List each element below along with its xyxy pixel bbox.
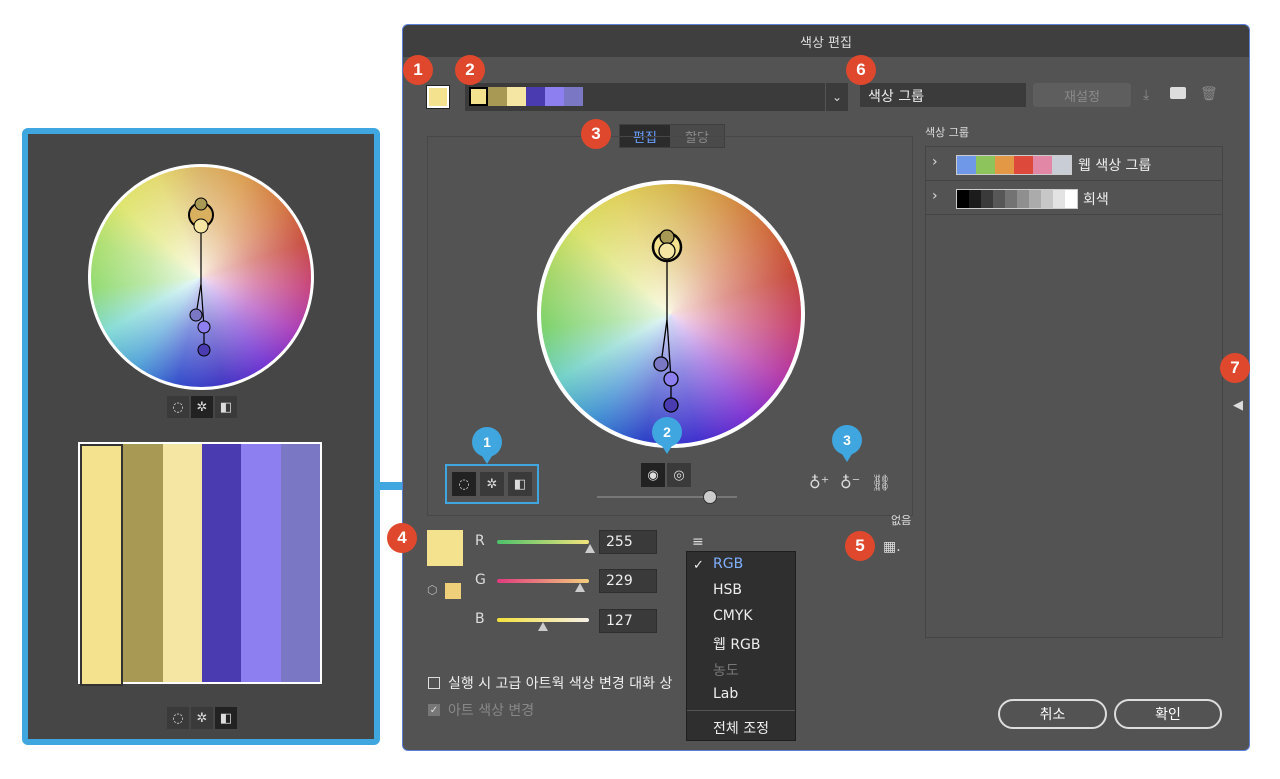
zoom-panel: ◌ ✲ ◧ ◌ ✲ ◧: [22, 128, 380, 745]
add-color-icon[interactable]: ♁⁺: [809, 473, 829, 492]
color-bars-icon[interactable]: ◧: [508, 472, 532, 496]
color-bar[interactable]: [162, 444, 202, 682]
menu-item-hsb[interactable]: HSB: [713, 582, 742, 598]
gamut-swatch[interactable]: [445, 583, 461, 599]
recolor-art-checkbox[interactable]: ✓: [428, 704, 440, 716]
collapse-arrow-icon[interactable]: ◀: [1233, 398, 1243, 413]
color-mode-menu: ✓ RGB HSB CMYK 웹 RGB 농도 Lab 전체 조정: [686, 551, 796, 741]
color-limit-label: 없음: [891, 514, 912, 527]
saturation-icon[interactable]: ◎: [667, 463, 691, 487]
b-label: B: [475, 611, 485, 627]
advanced-dialog-label: 실행 시 고급 아트웍 색상 변경 대화 상: [448, 676, 673, 692]
blue-callout-1: 1: [472, 427, 502, 464]
segmented-wheel-icon[interactable]: ✲: [191, 396, 213, 418]
segmented-wheel-icon[interactable]: ✲: [191, 707, 213, 729]
harmony-swatch[interactable]: [564, 87, 583, 106]
menu-icon[interactable]: ≡: [692, 534, 704, 550]
menu-divider: [687, 710, 795, 711]
callout-2: 2: [455, 55, 485, 85]
ok-button[interactable]: 확인: [1114, 699, 1222, 729]
callout-7: 7: [1220, 353, 1250, 383]
smooth-wheel-icon[interactable]: ◌: [167, 707, 189, 729]
menu-item-web-rgb[interactable]: 웹 RGB: [713, 634, 761, 654]
color-bar[interactable]: [80, 444, 124, 686]
folder-icon[interactable]: [1170, 87, 1186, 99]
link-icon[interactable]: ⛓: [871, 473, 891, 492]
g-label: G: [475, 572, 486, 588]
color-groups-panel: › 웹 색상 그룹 › 회색: [925, 146, 1223, 638]
brightness-slider-thumb[interactable]: [703, 490, 717, 504]
gray-group-swatches: [956, 189, 1078, 209]
segmented-wheel-icon[interactable]: ✲: [480, 472, 504, 496]
callout-5: 5: [845, 531, 875, 561]
harmony-colors-bar[interactable]: ⌄: [465, 83, 848, 111]
harmony-swatch[interactable]: [488, 87, 507, 106]
web-group-swatches: [956, 155, 1072, 175]
reset-button[interactable]: 재설정: [1033, 83, 1131, 107]
dialog-title: 색상 편집: [403, 25, 1249, 57]
callout-3: 3: [581, 119, 611, 149]
out-of-gamut-icon[interactable]: ⬡: [427, 583, 437, 597]
edit-colors-dialog: 색상 편집 ⌄ 색상 그룹 재설정 ⤓ 🗑 편집 할당 ◌ ✲ ◧ ◉ ◎ ♁⁺…: [402, 24, 1250, 751]
callout-1: 1: [403, 55, 433, 85]
chevron-right-icon[interactable]: ›: [932, 188, 938, 204]
color-group-row[interactable]: › 회색: [926, 181, 1222, 215]
g-slider-thumb[interactable]: [575, 583, 585, 592]
harmony-swatch[interactable]: [526, 87, 545, 106]
color-bar[interactable]: [201, 444, 242, 682]
harmony-swatch[interactable]: [469, 87, 488, 106]
recolor-art-label: 아트 색상 변경: [448, 703, 535, 719]
cancel-button[interactable]: 취소: [998, 699, 1107, 729]
remove-color-icon[interactable]: ♁⁻: [840, 473, 860, 492]
color-group-row[interactable]: › 웹 색상 그룹: [926, 147, 1222, 181]
advanced-dialog-checkbox[interactable]: [428, 677, 440, 689]
g-value-input[interactable]: 229: [599, 569, 657, 593]
color-group-name-input[interactable]: 색상 그룹: [860, 83, 1026, 107]
active-color-swatch[interactable]: [426, 85, 450, 109]
display-mode-toggle: ◉ ◎: [641, 463, 691, 487]
chevron-down-icon[interactable]: ⌄: [825, 83, 848, 111]
smooth-wheel-icon[interactable]: ◌: [167, 396, 189, 418]
color-groups-title: 색상 그룹: [925, 126, 969, 139]
color-bars-icon[interactable]: ◧: [215, 707, 237, 729]
smooth-wheel-icon[interactable]: ◌: [452, 472, 476, 496]
r-value-input[interactable]: 255: [599, 530, 657, 554]
r-slider-thumb[interactable]: [585, 544, 595, 553]
blue-callout-2: 2: [652, 417, 682, 454]
menu-item-tint: 농도: [713, 663, 739, 679]
trash-icon[interactable]: 🗑: [1200, 86, 1218, 102]
color-bar[interactable]: [280, 444, 320, 682]
menu-item-global-adjust[interactable]: 전체 조정: [713, 718, 769, 738]
color-bar[interactable]: [123, 444, 163, 682]
menu-item-cmyk[interactable]: CMYK: [713, 608, 753, 624]
chevron-right-icon[interactable]: ›: [932, 154, 938, 170]
wheel-markers: [188, 197, 214, 357]
group-name: 회색: [1083, 192, 1109, 208]
menu-item-lab[interactable]: Lab: [713, 686, 738, 702]
harmony-swatch[interactable]: [545, 87, 564, 106]
r-slider-track[interactable]: [497, 540, 589, 544]
wheel-mode-toggle: ◌ ✲ ◧: [167, 396, 237, 418]
bars-mode-toggle: ◌ ✲ ◧: [167, 707, 237, 729]
blue-callout-3: 3: [832, 425, 862, 462]
wheel-markers: [651, 229, 683, 413]
harmony-swatch[interactable]: [507, 87, 526, 106]
color-bar[interactable]: [241, 444, 281, 682]
current-color-swatch[interactable]: [427, 530, 463, 566]
b-value-input[interactable]: 127: [599, 609, 657, 633]
r-label: R: [475, 533, 485, 549]
color-bars-icon[interactable]: ◧: [215, 396, 237, 418]
menu-item-rgb[interactable]: RGB: [713, 556, 743, 572]
b-slider-thumb[interactable]: [538, 622, 548, 631]
save-icon[interactable]: ⤓: [1143, 87, 1149, 103]
color-bars-view: [78, 442, 322, 686]
callout-4: 4: [387, 523, 417, 553]
checkmark-icon: ✓: [693, 558, 704, 573]
grid-icon[interactable]: ▦.: [883, 539, 901, 555]
brightness-icon[interactable]: ◉: [641, 463, 665, 487]
wheel-mode-group: ◌ ✲ ◧: [445, 464, 539, 504]
callout-6: 6: [846, 55, 876, 85]
group-name: 웹 색상 그룹: [1078, 158, 1152, 174]
